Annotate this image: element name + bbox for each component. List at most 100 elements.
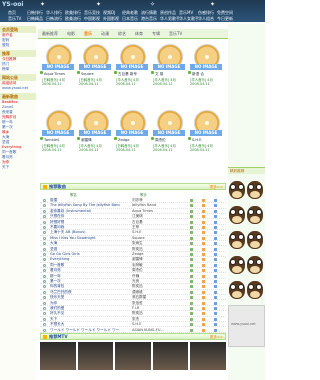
add-icon[interactable] (202, 247, 205, 251)
download-icon[interactable] (214, 323, 217, 327)
singer-name[interactable]: 刘亦菲 (132, 198, 172, 202)
album-card[interactable]: NO IMAGE 文 雄 [华人音乐] 4月 2008-04-11 (151, 40, 187, 102)
singer-name[interactable]: 张信哲 (132, 301, 172, 305)
download-icon[interactable] (214, 317, 217, 321)
play-icon[interactable] (190, 247, 193, 251)
song-name[interactable]: Everything (50, 257, 120, 261)
nav-link[interactable]: 日本音乐 (122, 16, 141, 22)
checkbox[interactable] (43, 307, 46, 310)
singer-name[interactable]: 陈奕迅 (132, 311, 172, 315)
tab-item[interactable]: 电影 (67, 31, 75, 37)
nav-link[interactable]: 华人女歌手 (179, 16, 198, 22)
singer-name[interactable]: 王菲 (132, 225, 172, 229)
album-card[interactable]: NO IMAGE S.H.E [华人音乐] 4月 2008-04-11 (188, 106, 224, 168)
checkbox[interactable] (43, 296, 46, 300)
singer-name[interactable]: 陈奕迅 (132, 284, 172, 288)
mv-thumb[interactable] (40, 342, 76, 370)
play-icon[interactable] (190, 226, 193, 229)
download-icon[interactable] (214, 215, 217, 219)
checkbox[interactable] (43, 301, 46, 305)
song-name[interactable]: 快乐天堂 (50, 295, 120, 299)
download-icon[interactable] (214, 231, 217, 235)
checkbox[interactable] (43, 226, 46, 229)
song-name[interactable]: ワールド ワールド ワールド ワールド ワールド... (50, 328, 120, 332)
checkbox[interactable] (43, 274, 46, 278)
tab-item[interactable]: 音乐 (84, 31, 92, 37)
song-name[interactable]: 为你 (50, 301, 120, 305)
play-icon[interactable] (190, 215, 193, 219)
owl-avatar[interactable] (246, 253, 264, 275)
play-icon[interactable] (190, 307, 193, 310)
checkbox[interactable] (43, 199, 46, 202)
nav-link[interactable]: 日韩流行 (46, 16, 65, 22)
play-icon[interactable] (190, 253, 193, 256)
sidebar-item[interactable]: 登陆 (0, 43, 36, 48)
download-icon[interactable] (214, 328, 217, 332)
add-icon[interactable] (202, 231, 205, 235)
album-card[interactable]: NO IMAGE TwinkleS [日韩音乐] 4月 2008-04-11 (40, 106, 76, 168)
singer-name[interactable]: 张杰 (132, 317, 172, 321)
add-icon[interactable] (202, 236, 205, 240)
singer-name[interactable]: ASIAN KUNG-FU... (132, 328, 172, 332)
checkbox[interactable] (43, 220, 46, 224)
nav-link[interactable]: 华人组合 (198, 16, 217, 22)
add-icon[interactable] (202, 199, 205, 202)
play-icon[interactable] (190, 258, 193, 262)
nav-link[interactable]: 外国影视 (103, 16, 122, 22)
play-icon[interactable] (190, 274, 193, 278)
add-icon[interactable] (202, 253, 205, 256)
play-icon[interactable] (190, 199, 193, 202)
owl-avatar[interactable] (246, 278, 264, 300)
singer-name[interactable]: 谢霆锋 (132, 257, 172, 261)
nav-link[interactable]: 中国影视 (84, 16, 103, 22)
songs-more-link[interactable]: 更多>> (210, 184, 223, 190)
download-icon[interactable] (214, 209, 217, 213)
download-icon[interactable] (214, 285, 217, 289)
checkbox[interactable] (43, 231, 46, 235)
mv-thumb[interactable] (77, 342, 114, 370)
singer-name[interactable]: 许巍 (132, 274, 172, 278)
download-icon[interactable] (214, 274, 217, 278)
song-name[interactable]: 你的背包 (50, 284, 120, 288)
add-icon[interactable] (202, 215, 205, 219)
add-icon[interactable] (202, 285, 205, 289)
play-icon[interactable] (190, 280, 193, 283)
album-card[interactable]: NO IMAGE 古巨基 新专 [华人音乐] 4月 2008-04-11 (114, 40, 150, 102)
nav-link[interactable]: 欧美流行 (65, 16, 84, 22)
play-icon[interactable] (190, 328, 193, 332)
checkbox[interactable] (43, 285, 46, 289)
album-card[interactable]: NO IMAGE 谢霆锋 [华人音乐] 4月 2008-04-11 (77, 106, 113, 168)
play-icon[interactable] (190, 301, 193, 305)
add-icon[interactable] (202, 269, 205, 273)
owl-avatar[interactable] (246, 178, 264, 200)
song-name[interactable]: 上海十天 AB (Bonus) (50, 230, 120, 234)
play-icon[interactable] (190, 263, 193, 267)
add-icon[interactable] (202, 258, 205, 262)
album-title[interactable]: Square (81, 72, 94, 76)
download-icon[interactable] (214, 258, 217, 262)
album-card[interactable]: NO IMAGE Zedge [日韩音乐] 4月 2008-04-11 (114, 106, 150, 168)
owl-avatar[interactable] (228, 228, 246, 250)
sidebar-item[interactable]: www.ysooi.net (0, 86, 36, 91)
checkbox[interactable] (43, 280, 46, 283)
song-name[interactable]: 天下 (50, 317, 120, 321)
download-icon[interactable] (214, 301, 217, 305)
add-icon[interactable] (202, 328, 205, 332)
download-icon[interactable] (214, 296, 217, 300)
tab-item[interactable]: 专辑 (152, 31, 160, 37)
checkbox[interactable] (43, 242, 46, 246)
tab-item[interactable]: 最新推荐 (42, 31, 58, 37)
mv-more-link[interactable]: 更多>> (210, 334, 223, 340)
checkbox[interactable] (43, 258, 46, 262)
play-icon[interactable] (190, 204, 193, 208)
owl-avatar[interactable] (246, 203, 264, 225)
song-name[interactable]: 好想好想 (50, 220, 120, 224)
play-icon[interactable] (190, 317, 193, 321)
sidebar-item[interactable]: 天下 (0, 165, 36, 170)
nav-link[interactable]: 日韩精品 (27, 16, 46, 22)
add-icon[interactable] (202, 301, 205, 305)
singer-name[interactable]: 周杰伦 (132, 268, 172, 272)
singer-name[interactable]: S.H.E (132, 322, 172, 326)
singer-name[interactable]: Zedge (132, 252, 172, 256)
download-icon[interactable] (214, 307, 217, 310)
